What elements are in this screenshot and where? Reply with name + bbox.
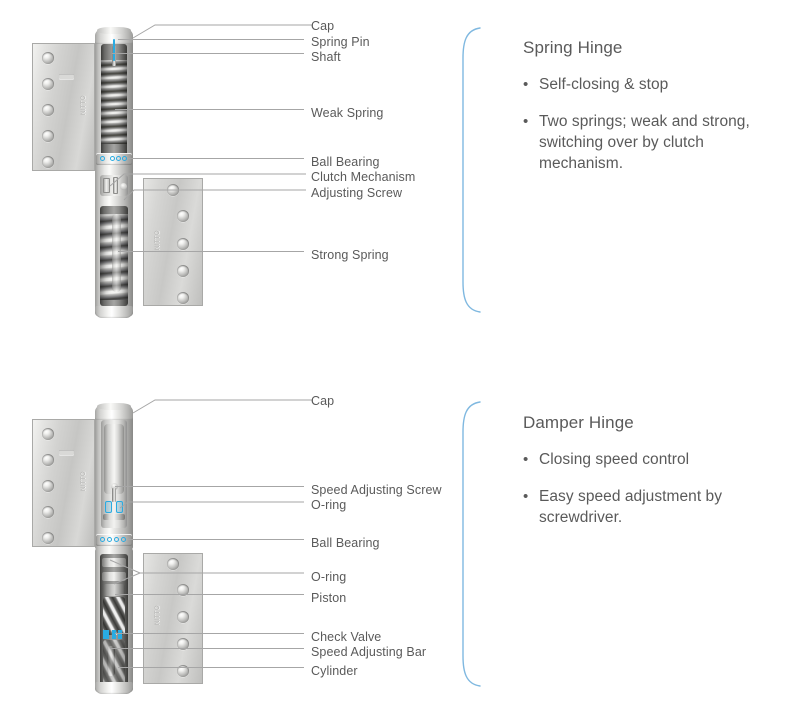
callout-adjusting-screw: Adjusting Screw [311, 186, 403, 200]
spring-hinge-title: Spring Hinge [523, 38, 623, 57]
callout-speed-adjusting-bar: Speed Adjusting Bar [311, 645, 427, 659]
bullet-dot-icon: • [523, 451, 529, 468]
screw-hole [177, 265, 189, 277]
leader-line-weak-spring [115, 109, 304, 110]
leaf-emboss-dash [59, 74, 74, 79]
screw-hole [42, 532, 54, 544]
speed-adjusting-screw-stem [112, 488, 116, 502]
leader-line-piston [115, 594, 304, 595]
screw-hole [177, 292, 189, 304]
bullet-dot-icon: • [523, 113, 529, 130]
callout-cylinder: Cylinder [311, 664, 358, 678]
screw-hole [42, 156, 54, 168]
cylinder-groove [103, 640, 125, 684]
leader-line-o-ring-lower [109, 554, 304, 586]
seal-band [103, 514, 125, 520]
bullet-dot-icon: • [523, 488, 529, 505]
leader-line-adjusting-screw [123, 188, 306, 202]
spring-pin-marker [113, 39, 115, 61]
screw-hole [42, 428, 54, 440]
leader-line-shaft [112, 53, 304, 54]
ball-bearing-icon [107, 537, 112, 542]
spring-section-brace [458, 26, 488, 314]
callout-check-valve: Check Valve [311, 630, 382, 644]
leaf-brand-marking: NITTO [155, 605, 161, 625]
weak-spring-coils [101, 60, 127, 144]
leaf-brand-marking: NITTO [81, 95, 87, 115]
leader-line-o-ring-upper [119, 500, 304, 510]
ball-bearing-icon [114, 537, 119, 542]
leader-line-cap [132, 395, 313, 417]
screw-hole [42, 480, 54, 492]
leader-line-ball-bearing [128, 539, 304, 540]
bullet-item: • Easy speed adjustment by screwdriver. [523, 486, 778, 528]
leader-line-check-valve [115, 633, 304, 634]
screw-hole [177, 238, 189, 250]
bullet-text: Self-closing & stop [539, 76, 669, 93]
ball-bearing-icon [122, 156, 127, 161]
leader-line-cylinder [118, 667, 304, 668]
leaf-emboss-dash [59, 450, 74, 455]
bullet-item: • Self-closing & stop [523, 74, 778, 95]
callout-ball-bearing: Ball Bearing [311, 536, 380, 550]
bullet-text: Easy speed adjustment by screwdriver. [539, 488, 722, 526]
leader-line-spring-pin [118, 39, 304, 40]
callout-cap: Cap [311, 394, 335, 408]
ball-bearing-icon [100, 537, 105, 542]
leader-line-speed-adjusting-screw [115, 486, 304, 487]
callout-weak-spring: Weak Spring [311, 106, 384, 120]
ball-bearing-icon [100, 156, 105, 161]
bullet-text: Closing speed control [539, 451, 690, 468]
callout-spring-pin: Spring Pin [311, 35, 370, 49]
screw-hole [42, 130, 54, 142]
leader-line-strong-spring [118, 251, 304, 252]
strong-spring-core [112, 214, 121, 292]
leaf-brand-marking: NITTO [155, 230, 161, 250]
callout-speed-adjusting-screw: Speed Adjusting Screw [311, 483, 442, 497]
screw-hole [42, 454, 54, 466]
clutch-mechanism-part [103, 178, 110, 193]
callout-strong-spring: Strong Spring [311, 248, 389, 262]
barrel-cap-top [97, 27, 131, 34]
screw-hole [177, 611, 189, 623]
leader-line-clutch-mechanism [109, 172, 306, 188]
screw-hole [177, 210, 189, 222]
screw-hole [42, 78, 54, 90]
damper-section-brace [458, 400, 488, 688]
check-valve-marker [118, 630, 122, 639]
o-ring-marker [105, 501, 112, 513]
check-valve-marker [112, 630, 116, 639]
callout-clutch-mechanism: Clutch Mechanism [311, 170, 416, 184]
leader-line-ball-bearing [128, 158, 304, 159]
leader-line-speed-adjusting-bar [110, 648, 304, 649]
bullet-item: • Two springs; weak and strong, switchin… [523, 111, 778, 174]
bullet-text: Two springs; weak and strong, switching … [539, 113, 750, 172]
callout-piston: Piston [311, 591, 347, 605]
damper-hinge-text-panel: Damper Hinge • Closing speed control • E… [523, 413, 778, 544]
callout-o-ring-upper: O-ring [311, 498, 347, 512]
callout-o-ring-lower: O-ring [311, 570, 347, 584]
damper-hinge-section: NITTO NITTO Cap Speed Adjusting Screw O-… [0, 362, 800, 724]
barrel-cap-top [97, 403, 131, 410]
ball-bearing-icon [116, 156, 121, 161]
callout-shaft: Shaft [311, 50, 341, 64]
screw-hole [42, 52, 54, 64]
screw-hole [42, 104, 54, 116]
barrel-bottom-cap [95, 306, 133, 318]
spring-hinge-section: NITTO NITTO Cap Spring Pin Shaft Weak Sp… [0, 0, 800, 362]
barrel-bottom-cap [95, 682, 133, 694]
spring-hinge-text-panel: Spring Hinge • Self-closing & stop • Two… [523, 38, 778, 190]
screw-hole [42, 506, 54, 518]
damper-hinge-title: Damper Hinge [523, 413, 634, 432]
ball-bearing-icon [110, 156, 115, 161]
bullet-item: • Closing speed control [523, 449, 778, 470]
ball-bearing-icon [121, 537, 126, 542]
leaf-brand-marking: NITTO [81, 471, 87, 491]
callout-cap: Cap [311, 19, 335, 33]
callout-ball-bearing: Ball Bearing [311, 155, 380, 169]
bullet-dot-icon: • [523, 76, 529, 93]
check-valve-marker [103, 630, 109, 639]
